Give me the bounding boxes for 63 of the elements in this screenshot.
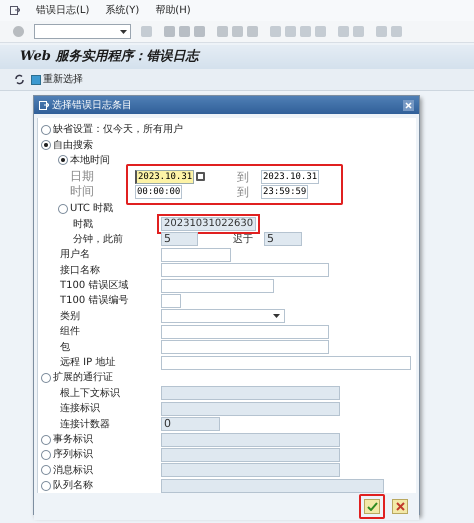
caret-icon (273, 314, 280, 318)
radio-button[interactable] (58, 204, 68, 214)
field-label: 用户名 (60, 248, 90, 262)
screen-title: Web 服务实用程序：错误日志 (20, 48, 198, 66)
radio-label: 队列名称 (53, 479, 93, 494)
radio-button[interactable] (41, 124, 51, 135)
reselect-icon (31, 74, 41, 84)
input-field[interactable] (161, 340, 329, 354)
radio-label: 缺省设置：仅今天，所有用户 (53, 122, 183, 138)
radio-button[interactable] (58, 155, 68, 166)
input-field[interactable]: 23:59:59 (261, 185, 308, 200)
field-label: 组件 (60, 325, 80, 340)
radio-label: 事务标识 (53, 432, 93, 447)
radio-label: 本地时间 (70, 154, 110, 168)
window-icon (39, 100, 49, 110)
field-label: 日期 (70, 168, 94, 185)
input-field[interactable] (161, 294, 181, 308)
field-label: 包 (60, 340, 70, 355)
field-label: 连接计数器 (60, 418, 110, 432)
close-icon[interactable] (403, 100, 414, 110)
radio-button[interactable] (41, 140, 51, 150)
field-label: 分钟，此前 (73, 232, 123, 247)
confirm-button[interactable] (364, 499, 380, 514)
window-icon[interactable] (10, 6, 20, 15)
field-label: T100 错误编号 (60, 294, 128, 308)
input-field[interactable]: 2023.10.31 (261, 170, 320, 184)
field-label: 类别 (60, 310, 80, 324)
field-label: 远程 IP 地址 (60, 356, 116, 370)
field-label: 根上下文标识 (60, 386, 120, 401)
caret-icon (120, 30, 127, 34)
dialog-title: 选择错误日志条目 (52, 98, 132, 112)
input-field[interactable] (161, 356, 411, 370)
input-field[interactable] (161, 263, 329, 278)
field-label: 时戳 (73, 218, 93, 232)
radio-label: 消息标识 (53, 464, 93, 478)
menu-item[interactable]: 系统(Y) (105, 3, 140, 18)
menu-item[interactable]: 帮助(H) (155, 3, 191, 18)
radio-label: 自由搜索 (53, 138, 93, 153)
field-label: 时间 (70, 183, 94, 200)
field-label: 到 (237, 168, 250, 186)
input-field[interactable]: 2023.10.31 (135, 170, 194, 184)
field-label: 连接标识 (60, 402, 100, 416)
input-field[interactable] (161, 278, 274, 293)
check-icon (366, 502, 378, 512)
menu-item[interactable]: 错误日志(L) (36, 3, 90, 18)
radio-label: 扩展的通行证 (53, 370, 113, 386)
radio-button[interactable] (41, 372, 51, 383)
input-field[interactable]: 00:00:00 (135, 185, 182, 200)
cancel-button[interactable] (392, 499, 408, 514)
toolbar-button[interactable]: 重新选择 (31, 72, 83, 87)
radio-label: UTC 时戳 (70, 202, 114, 216)
dropdown[interactable] (161, 309, 285, 324)
refresh-icon[interactable] (14, 74, 25, 85)
input-field[interactable] (161, 324, 329, 339)
calendar-icon[interactable] (196, 172, 206, 182)
input-field[interactable] (161, 248, 231, 262)
command-field[interactable] (34, 24, 131, 39)
field-label: 迟于 (233, 232, 254, 247)
field-label: 接口名称 (60, 264, 100, 278)
radio-label: 序列标识 (53, 448, 93, 462)
field-label: T100 错误区域 (60, 278, 128, 294)
check-icon[interactable] (13, 26, 24, 37)
field-label: 到 (237, 184, 250, 202)
